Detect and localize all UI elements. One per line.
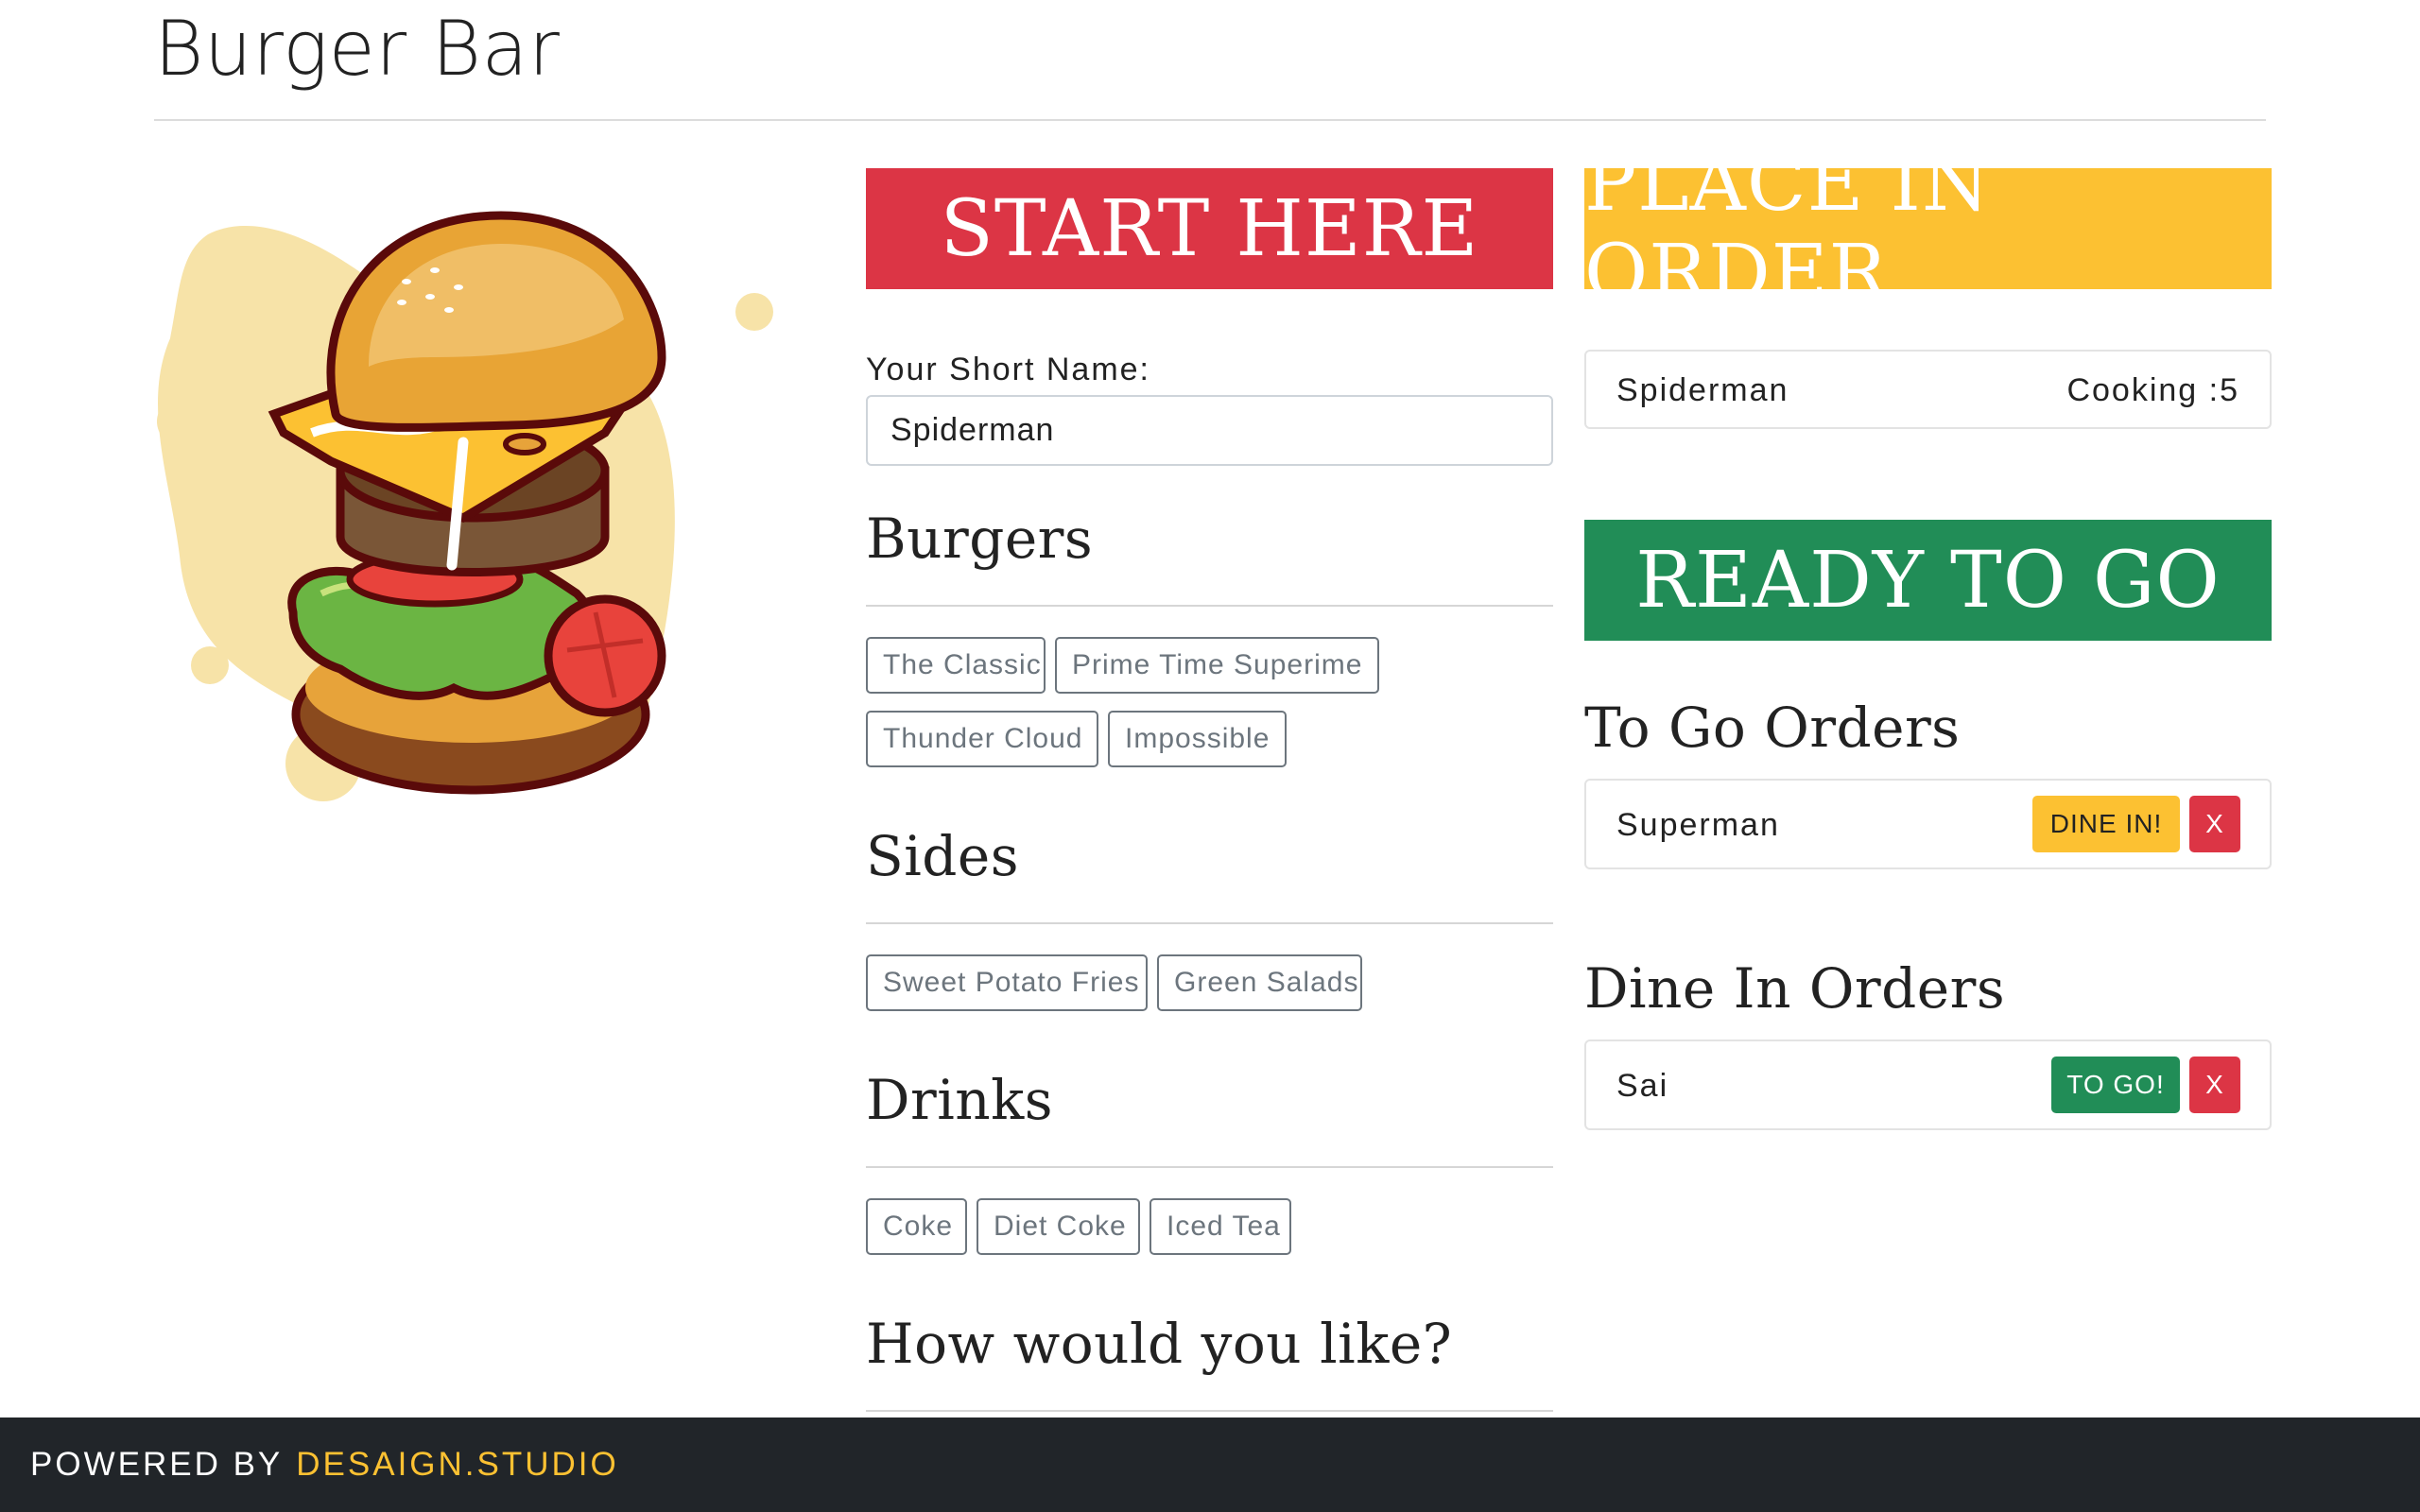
how-would-you-like-heading: How would you like? [866, 1312, 1453, 1376]
footer-powered-by: POWERED BY [30, 1446, 284, 1483]
burgers-divider [866, 605, 1553, 607]
in-progress-order-status: Cooking :5 [2066, 372, 2239, 408]
to-go-order-card: Superman DINE IN! X [1584, 779, 2272, 869]
ready-to-go-banner: READY TO GO [1584, 520, 2272, 641]
place-in-order-banner: PLACE IN ORDER [1584, 139, 2272, 318]
burger-option-prime-time-superime[interactable]: Prime Time Superime [1055, 637, 1379, 694]
drink-option-iced-tea[interactable]: Iced Tea [1150, 1198, 1291, 1255]
burger-option-thunder-cloud[interactable]: Thunder Cloud [866, 711, 1098, 767]
how-would-you-like-divider [866, 1410, 1553, 1412]
drinks-divider [866, 1166, 1553, 1168]
title-divider [154, 119, 2266, 121]
side-option-sweet-potato-fries[interactable]: Sweet Potato Fries [866, 954, 1148, 1011]
dine-in-order-name: Sai [1616, 1068, 1669, 1104]
to-go-order-name: Superman [1616, 807, 1780, 843]
footer: POWERED BY DESAIGN.STUDIO [0, 1418, 2420, 1512]
burgers-heading: Burgers [866, 507, 1094, 571]
remove-dine-in-order-button[interactable]: X [2189, 1057, 2240, 1113]
drink-option-diet-coke[interactable]: Diet Coke [977, 1198, 1140, 1255]
sides-divider [866, 922, 1553, 924]
burger-option-impossible[interactable]: Impossible [1108, 711, 1287, 767]
in-progress-order-card: Spiderman Cooking :5 [1584, 350, 2272, 429]
sides-heading: Sides [866, 824, 1019, 888]
in-progress-order-name: Spiderman [1616, 372, 1789, 408]
short-name-input[interactable] [866, 395, 1553, 466]
dine-in-button[interactable]: DINE IN! [2032, 796, 2180, 852]
drink-option-coke[interactable]: Coke [866, 1198, 967, 1255]
burger-option-the-classic[interactable]: The Classic [866, 637, 1046, 694]
burger-illustration [157, 211, 773, 801]
footer-brand-link[interactable]: DESAIGN.STUDIO [296, 1446, 618, 1484]
dine-in-orders-heading: Dine In Orders [1584, 956, 2006, 1021]
short-name-label: Your Short Name: [866, 352, 1150, 387]
drinks-heading: Drinks [866, 1068, 1054, 1132]
to-go-orders-heading: To Go Orders [1584, 696, 1961, 760]
remove-to-go-order-button[interactable]: X [2189, 796, 2240, 852]
page-title: Burger Bar [154, 5, 561, 93]
to-go-button[interactable]: TO GO! [2051, 1057, 2180, 1113]
side-option-green-salads[interactable]: Green Salads [1157, 954, 1362, 1011]
start-here-banner: START HERE [866, 168, 1553, 289]
dine-in-order-card: Sai TO GO! X [1584, 1040, 2272, 1130]
